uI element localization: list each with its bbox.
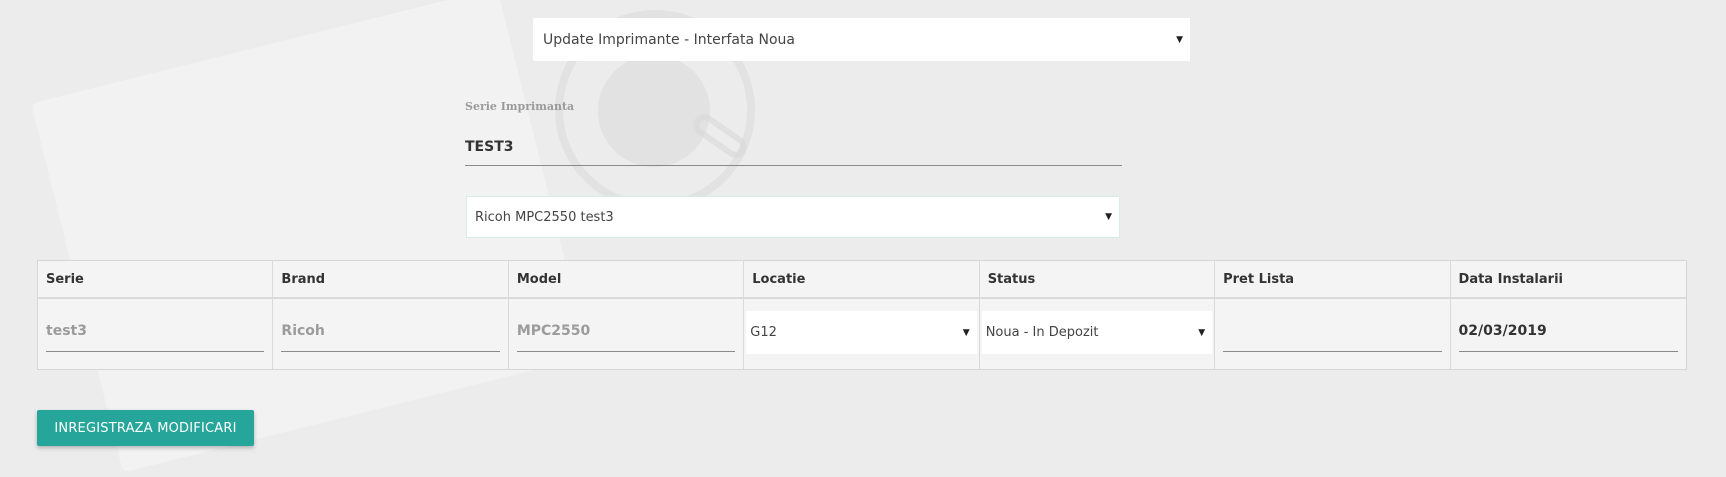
cell-locatie: G12 ▼ [744,299,980,369]
cell-pret-lista [1215,299,1451,369]
caret-down-icon: ▼ [962,327,970,338]
save-changes-button[interactable]: INREGISTRAZA MODIFICARI [37,410,254,446]
column-header-brand: Brand [273,261,509,297]
column-header-data-instalarii: Data Instalarii [1458,272,1563,287]
brand-cell-input[interactable]: Ricoh [281,311,500,352]
caret-down-icon: ▼ [1198,327,1206,338]
column-header-model: Model [509,261,745,297]
page: Update Imprimante - Interfata Noua ▼ Ser… [0,0,1726,477]
serie-imprimanta-input[interactable]: TEST3 [465,128,1122,166]
column-header-status: Status [980,261,1216,297]
printer-table: Serie Brand Model Locatie Status Pret Li… [37,260,1687,370]
update-type-select[interactable]: Update Imprimante - Interfata Noua ▼ [533,18,1190,61]
cell-model: MPC2550 [509,299,745,369]
model-cell-input[interactable]: MPC2550 [516,311,736,352]
column-header-locatie: Locatie [744,261,980,297]
status-select[interactable]: Noua - In Depozit ▼ [981,311,1213,354]
serie-cell-input[interactable]: test3 [46,311,265,352]
serie-imprimanta-label: Serie Imprimanta [465,100,575,113]
data-instalarii-cell-input[interactable]: 02/03/2019 [1458,311,1678,352]
cell-data-instalarii: 02/03/2019 [1451,299,1686,369]
locatie-select-value: G12 [750,325,777,340]
cell-brand: Ricoh [273,299,509,369]
column-header-serie: Serie [38,261,274,297]
update-type-select-value: Update Imprimante - Interfata Noua [543,31,795,48]
cell-serie: test3 [38,299,274,369]
column-header-pret-lista: Pret Lista [1215,261,1451,297]
printer-select[interactable]: Ricoh MPC2550 test3 ▼ [466,196,1120,238]
caret-down-icon: ▼ [1176,34,1183,45]
status-select-value: Noua - In Depozit [985,325,1099,340]
printer-select-value: Ricoh MPC2550 test3 [475,209,614,225]
table-header: Serie Brand Model Locatie Status Pret Li… [38,261,1686,299]
cell-status: Noua - In Depozit ▼ [980,299,1216,369]
caret-down-icon: ▼ [1105,212,1112,222]
pret-lista-cell-input[interactable] [1223,311,1442,352]
table-row: test3 Ricoh MPC2550 G12 ▼ Noua - In Depo… [38,299,1686,369]
locatie-select[interactable]: G12 ▼ [746,311,977,354]
